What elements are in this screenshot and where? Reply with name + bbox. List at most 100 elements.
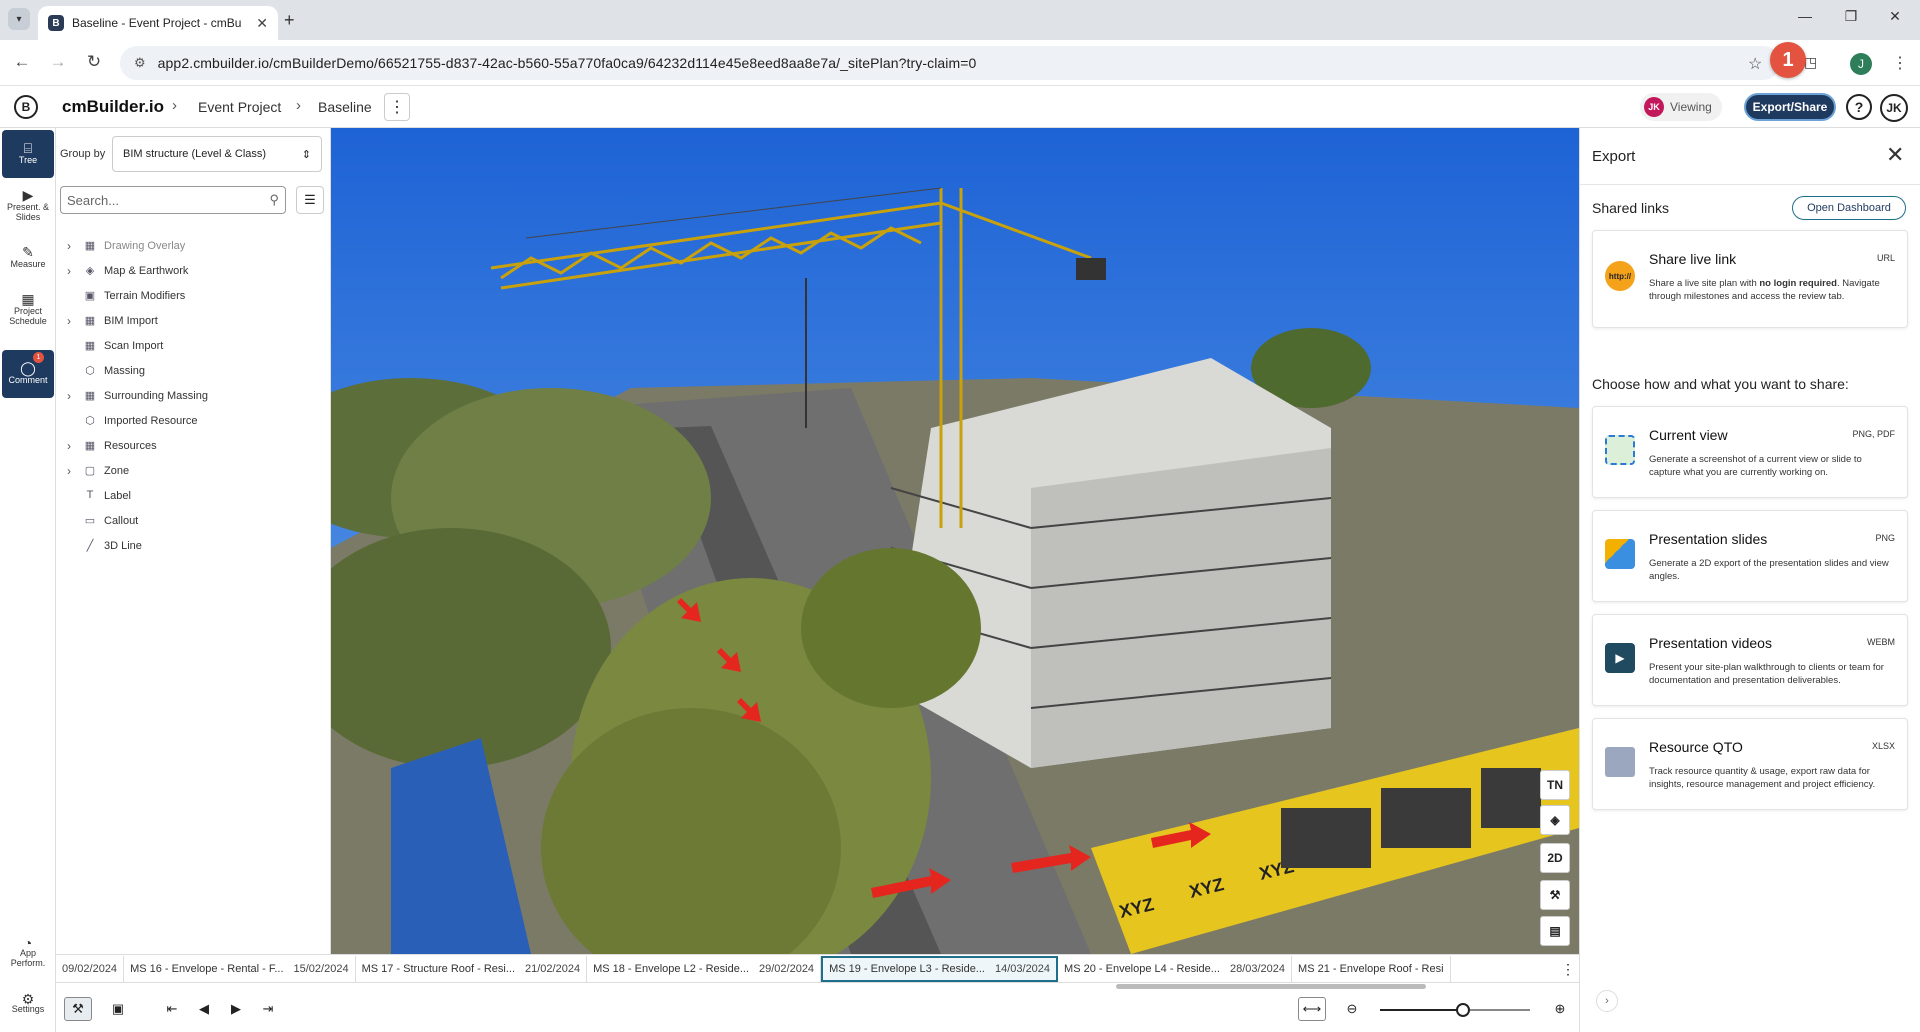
- 2d-toggle-button[interactable]: 2D: [1540, 843, 1570, 873]
- milestone-scrollbar[interactable]: [106, 983, 1626, 989]
- chevron-right-icon[interactable]: ›: [60, 389, 78, 403]
- chevron-right-icon[interactable]: ›: [60, 264, 78, 278]
- export-share-button[interactable]: Export/Share: [1744, 93, 1836, 121]
- scrollbar-thumb[interactable]: [1116, 984, 1426, 989]
- tree-item[interactable]: › ▦ Drawing Overlay: [60, 236, 185, 256]
- back-icon[interactable]: ←: [10, 52, 34, 72]
- layers-icon[interactable]: ◈: [1540, 805, 1570, 835]
- breadcrumb-plan[interactable]: Baseline: [318, 99, 372, 115]
- resource-qto-card[interactable]: Resource QTO XLSX Track resource quantit…: [1592, 718, 1908, 810]
- share-live-link-card[interactable]: http:// Share live link URL Share a live…: [1592, 230, 1908, 328]
- milestone-more-icon[interactable]: ⋮: [1557, 955, 1579, 982]
- rail-settings[interactable]: ⚙ Settings: [2, 992, 54, 1014]
- cmbuilder-logo-icon[interactable]: B: [14, 95, 38, 119]
- breadcrumb-project[interactable]: Event Project: [198, 99, 281, 115]
- slides-mode-icon[interactable]: ▣: [104, 997, 132, 1021]
- app-name[interactable]: cmBuilder.io: [62, 97, 164, 117]
- help-icon[interactable]: ?: [1846, 94, 1872, 120]
- tree-item-label: Resources: [104, 440, 157, 452]
- tree-node-icon: ▦: [84, 390, 96, 402]
- milestone-item[interactable]: MS 20 - Envelope L4 - Reside... 28/03/202…: [1058, 955, 1293, 982]
- browser-tab[interactable]: B Baseline - Event Project - cmBu ✕: [38, 6, 278, 40]
- tree-item[interactable]: › ◈ Map & Earthwork: [60, 261, 188, 281]
- zoom-slider[interactable]: [1380, 1003, 1530, 1017]
- current-view-card[interactable]: Current view PNG, PDF Generate a screens…: [1592, 406, 1908, 498]
- presentation-videos-card[interactable]: ▶ Presentation videos WEBM Present your …: [1592, 614, 1908, 706]
- tree-item[interactable]: ▭ Callout: [60, 511, 138, 531]
- address-bar[interactable]: ⚙ app2.cmbuilder.io/cmBuilderDemo/665217…: [120, 46, 1780, 80]
- groupby-select[interactable]: BIM structure (Level & Class) ⇕: [112, 136, 322, 172]
- chevron-right-icon[interactable]: ›: [60, 239, 78, 253]
- legend-icon[interactable]: ▤: [1540, 916, 1570, 946]
- rail-measure[interactable]: ✎ Measure: [2, 234, 54, 282]
- viewing-indicator[interactable]: JK Viewing: [1640, 93, 1722, 121]
- tree-item[interactable]: T Label: [60, 486, 131, 506]
- tree-item[interactable]: ▣ Terrain Modifiers: [60, 286, 186, 306]
- close-icon[interactable]: ✕: [1886, 142, 1904, 168]
- tree-item[interactable]: ╱ 3D Line: [60, 536, 142, 556]
- tree-item[interactable]: ⬡ Imported Resource: [60, 411, 197, 431]
- milestone-item[interactable]: MS 16 - Envelope - Rental - F... 15/02/20…: [124, 955, 356, 982]
- presentation-slides-card[interactable]: Presentation slides PNG Generate a 2D ex…: [1592, 510, 1908, 602]
- milestone-item[interactable]: MS 18 - Envelope L2 - Reside... 29/02/202…: [587, 955, 822, 982]
- rail-presentation[interactable]: ▶ Present. & Slides: [2, 182, 54, 230]
- tree-item[interactable]: › ▦ BIM Import: [60, 311, 158, 331]
- site-info-icon[interactable]: ⚙: [134, 55, 146, 71]
- tree-item[interactable]: › ▦ Surrounding Massing: [60, 386, 208, 406]
- rail-comment[interactable]: ◯ Comment 1: [2, 350, 54, 398]
- tree-item[interactable]: › ▦ Resources: [60, 436, 157, 456]
- chevron-right-icon[interactable]: ›: [60, 439, 78, 453]
- chevron-right-icon[interactable]: ›: [60, 314, 78, 328]
- card-description: Generate a screenshot of a current view …: [1649, 454, 1862, 478]
- rail-tree[interactable]: ⌸ Tree: [2, 130, 54, 178]
- close-window-icon[interactable]: ✕: [1880, 8, 1910, 25]
- extensions-icon[interactable]: ◳: [1804, 54, 1817, 71]
- milestone-item[interactable]: MS 17 - Structure Roof - Resi... 21/02/20…: [356, 955, 588, 982]
- milestone-date: 15/02/2024: [293, 962, 349, 975]
- new-tab-icon[interactable]: +: [284, 10, 295, 31]
- fit-width-icon[interactable]: ⟷: [1298, 997, 1326, 1021]
- url-text[interactable]: app2.cmbuilder.io/cmBuilderDemo/66521755…: [158, 55, 977, 71]
- milestone-item[interactable]: MS 19 - Envelope L3 - Reside... 14/03/202…: [821, 955, 1059, 982]
- crane-icon[interactable]: ⚒: [1540, 880, 1570, 910]
- browser-menu-icon[interactable]: ⋮: [1892, 53, 1908, 73]
- north-arrow-button[interactable]: TN: [1540, 770, 1570, 800]
- skip-first-icon[interactable]: ⇤: [158, 997, 186, 1021]
- tab-search-icon[interactable]: ▾: [8, 8, 30, 30]
- play-icon[interactable]: ▶: [222, 997, 250, 1021]
- crane-mode-icon[interactable]: ⚒: [64, 997, 92, 1021]
- export-panel: Export ✕ Shared links Open Dashboard htt…: [1579, 128, 1920, 1032]
- rail-schedule[interactable]: ▦ Project Schedule: [2, 286, 54, 334]
- rail-label: Settings: [11, 1004, 45, 1014]
- zoom-in-icon[interactable]: ⊕: [1546, 997, 1574, 1021]
- profile-avatar[interactable]: J: [1850, 53, 1872, 75]
- minimize-icon[interactable]: —: [1790, 8, 1820, 24]
- milestone-item[interactable]: 09/02/2024: [56, 955, 125, 982]
- skip-last-icon[interactable]: ⇥: [254, 997, 282, 1021]
- tree-item[interactable]: ▦ Scan Import: [60, 336, 164, 356]
- forward-icon[interactable]: →: [46, 52, 70, 72]
- zoom-out-icon[interactable]: ⊖: [1338, 997, 1366, 1021]
- reload-icon[interactable]: ↻: [82, 52, 106, 72]
- zoom-knob[interactable]: [1455, 1003, 1470, 1017]
- chevron-right-icon[interactable]: ›: [1596, 990, 1618, 1012]
- breadcrumb-menu-icon[interactable]: ⋮: [384, 93, 410, 121]
- tree-filter-icon[interactable]: ☰: [296, 186, 324, 214]
- rail-app-performance[interactable]: ◔ App Perform.: [2, 936, 54, 968]
- milestone-item[interactable]: MS 21 - Envelope Roof - Resi: [1292, 955, 1451, 982]
- tree-item[interactable]: › ▢ Zone: [60, 461, 129, 481]
- chevron-right-icon: ›: [296, 97, 301, 114]
- user-avatar[interactable]: JK: [1880, 94, 1908, 122]
- search-icon: ⚲: [269, 192, 279, 207]
- tree-search-input[interactable]: Search... ⚲: [60, 186, 286, 214]
- chevron-right-icon[interactable]: ›: [60, 464, 78, 478]
- export-title: Export: [1592, 148, 1636, 165]
- restore-icon[interactable]: ❐: [1836, 8, 1866, 25]
- open-dashboard-button[interactable]: Open Dashboard: [1792, 196, 1906, 220]
- bookmark-star-icon[interactable]: ☆: [1748, 54, 1762, 74]
- 3d-viewport[interactable]: XYZ XYZ XYZ XYZ XYZ: [331, 128, 1579, 954]
- site-scene[interactable]: XYZ XYZ XYZ XYZ XYZ: [331, 128, 1579, 954]
- tab-close-icon[interactable]: ✕: [256, 15, 268, 32]
- step-back-icon[interactable]: ◀: [190, 997, 218, 1021]
- tree-item[interactable]: ⬡ Massing: [60, 361, 145, 381]
